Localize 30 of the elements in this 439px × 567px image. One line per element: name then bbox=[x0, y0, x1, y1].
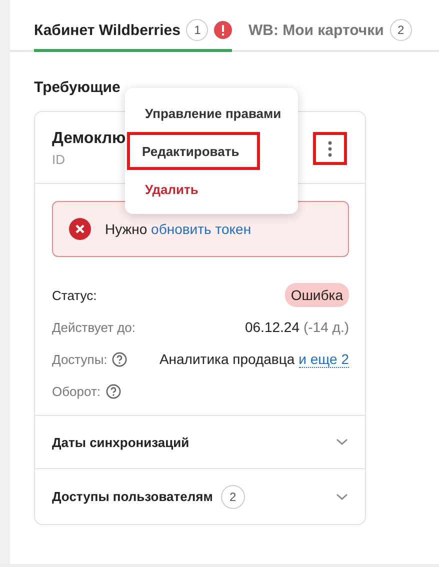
tab-count: 1 bbox=[186, 19, 208, 41]
field-value: Аналитика продавца bbox=[159, 350, 295, 368]
menu-item[interactable]: Управление правами bbox=[127, 94, 296, 132]
card-title: Демоклю bbox=[52, 130, 126, 148]
count-badge: 2 bbox=[220, 484, 245, 508]
menu-item[interactable]: Редактировать bbox=[127, 132, 260, 170]
help-icon[interactable] bbox=[106, 384, 121, 398]
more-button[interactable] bbox=[313, 132, 347, 165]
tab[interactable]: WB: Мои карточки 2 bbox=[248, 17, 412, 52]
field-label: Действует до: bbox=[52, 320, 136, 334]
field-label: Статус: bbox=[52, 288, 97, 302]
field-label: Доступы: bbox=[52, 352, 108, 366]
section-title: Требующие bbox=[34, 79, 122, 96]
status-badge: Ошибка bbox=[284, 283, 349, 307]
tab[interactable]: Кабинет Wildberries 1 bbox=[34, 17, 232, 52]
tab-count: 2 bbox=[390, 19, 412, 41]
accordion-title: Даты синхронизаций bbox=[52, 434, 190, 450]
accordion-header[interactable]: Доступы пользователям 2 bbox=[35, 468, 365, 524]
error-icon bbox=[69, 218, 91, 240]
menu-item[interactable]: Удалить bbox=[127, 170, 296, 208]
refresh-token-link[interactable]: обновить токен bbox=[151, 221, 252, 237]
help-icon[interactable] bbox=[112, 352, 128, 366]
more-link[interactable]: и еще 2 bbox=[298, 350, 349, 368]
more-icon bbox=[328, 140, 332, 156]
field-label: Оборот: bbox=[52, 384, 101, 398]
accordion-header[interactable]: Даты синхронизаций bbox=[35, 416, 365, 468]
accordion-title: Доступы пользователям bbox=[52, 489, 213, 504]
card-subtitle: ID bbox=[52, 152, 66, 167]
alert-text: Нужно обновить токен bbox=[105, 221, 252, 237]
field-value: 06.12.24 (-14 д.) bbox=[244, 319, 349, 335]
